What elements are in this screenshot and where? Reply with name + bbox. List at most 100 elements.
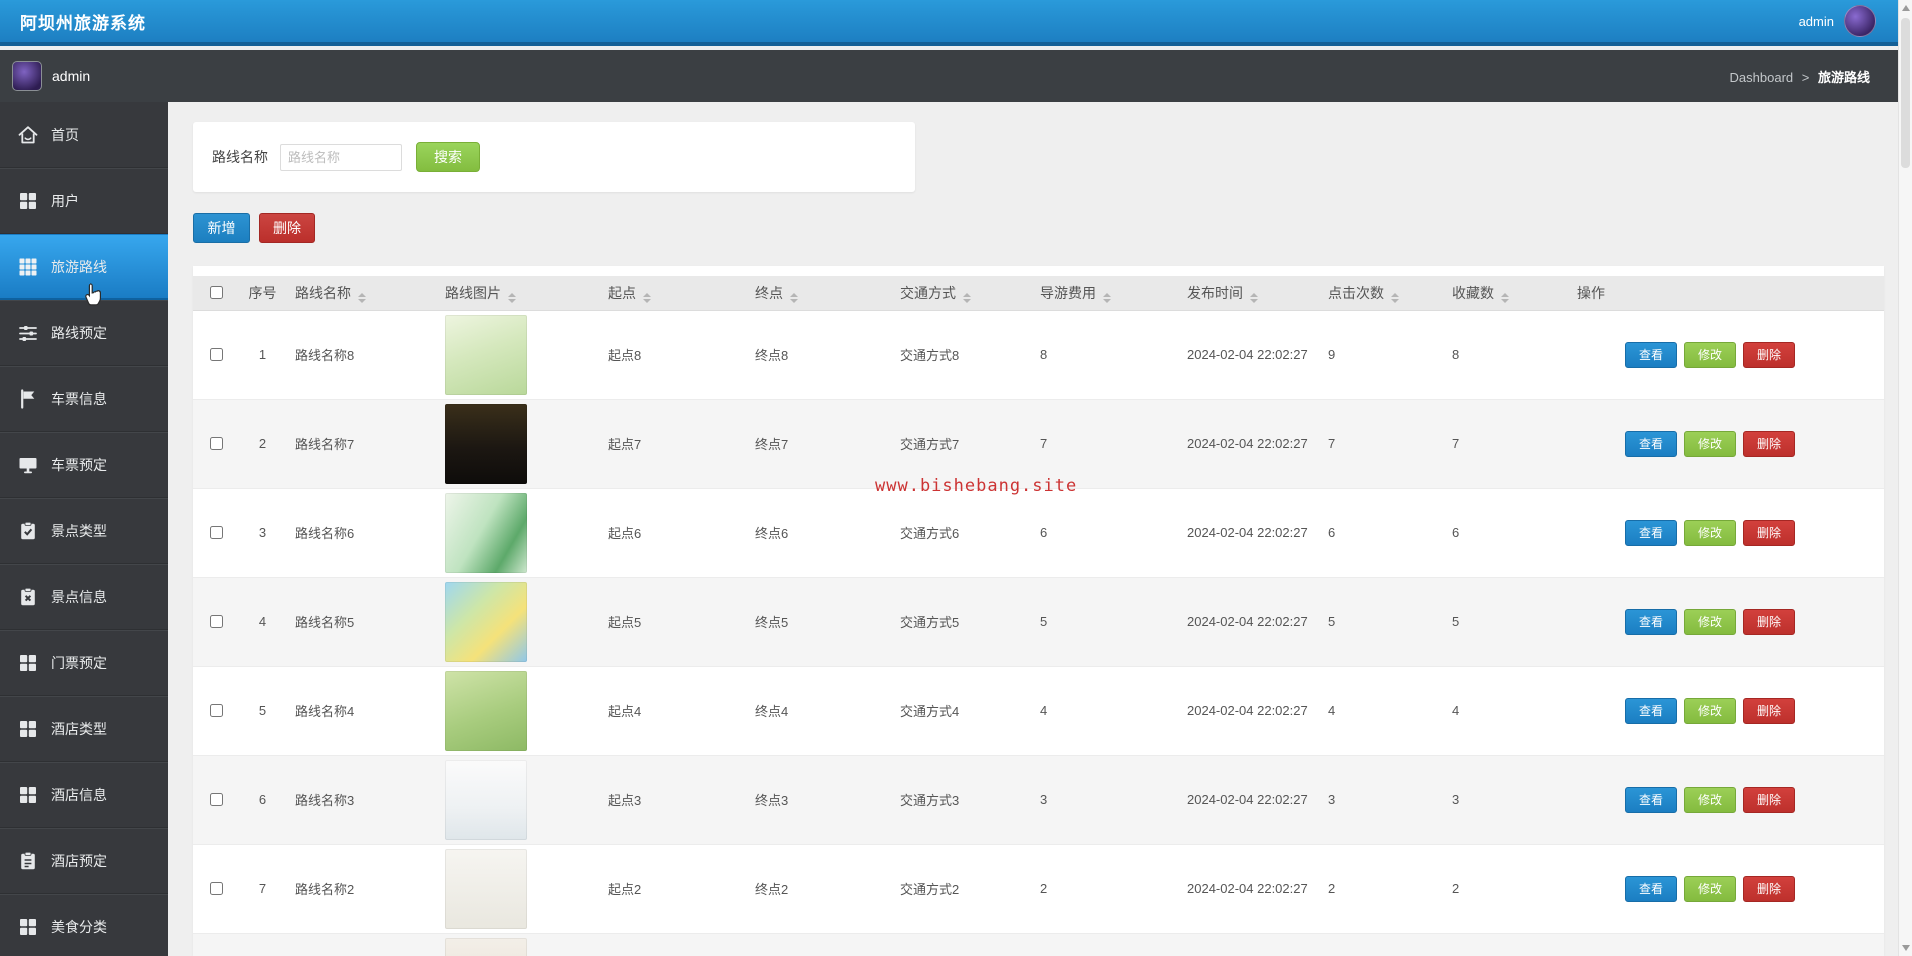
column-header[interactable]: 路线名称	[287, 276, 437, 311]
column-header[interactable]: 路线图片	[437, 276, 600, 311]
view-button[interactable]: 查看	[1625, 341, 1677, 368]
column-header-label: 导游费用	[1040, 284, 1096, 301]
sort-carets-icon[interactable]	[1250, 292, 1258, 303]
column-header[interactable]: 收藏数	[1444, 276, 1569, 311]
cell-name: 路线名称2	[287, 843, 437, 933]
breadcrumb-dashboard[interactable]: Dashboard	[1730, 70, 1794, 85]
column-header[interactable]: 终点	[747, 276, 892, 311]
row-checkbox[interactable]	[209, 704, 223, 717]
cell-end: 终点7	[747, 398, 892, 488]
scrollbar-up-arrow-icon[interactable]	[1902, 5, 1910, 11]
row-checkbox[interactable]	[209, 437, 223, 450]
row-delete-button[interactable]: 删除	[1743, 430, 1795, 457]
row-actions-cell: 查看修改删除	[1569, 487, 1884, 577]
cell-favorites: 8	[1452, 347, 1460, 362]
scrollbar-thumb[interactable]	[1901, 18, 1910, 168]
edit-button[interactable]: 修改	[1684, 430, 1736, 457]
view-button[interactable]: 查看	[1625, 875, 1677, 902]
cell-clicks: 9	[1328, 347, 1336, 362]
row-delete-button[interactable]: 删除	[1743, 875, 1795, 902]
column-header[interactable]: 起点	[600, 276, 747, 311]
breadcrumb-current[interactable]: 旅游路线	[1818, 70, 1870, 85]
sort-carets-icon[interactable]	[1501, 292, 1509, 303]
sidebar-item-hotel-booking[interactable]: 酒店预定	[0, 828, 168, 894]
view-button[interactable]: 查看	[1625, 697, 1677, 724]
sidebar-item-hotel-type[interactable]: 酒店类型	[0, 696, 168, 762]
row-delete-button[interactable]: 删除	[1743, 341, 1795, 368]
edit-button[interactable]: 修改	[1684, 786, 1736, 813]
edit-button[interactable]: 修改	[1684, 697, 1736, 724]
cell-end: 终点2	[747, 843, 892, 933]
sidebar-item-ticket-booking[interactable]: 车票预定	[0, 432, 168, 498]
view-button[interactable]: 查看	[1625, 519, 1677, 546]
search-panel: 路线名称 搜索	[193, 122, 915, 192]
column-header[interactable]: 发布时间	[1179, 276, 1320, 311]
sidebar: 首页用户旅游路线 路线预定 车票信息 车票预定 景点类型 景点信息 门票预定 酒店类型 酒店信息…	[0, 102, 168, 956]
sidebar-item-ticket-info[interactable]: 车票信息	[0, 366, 168, 432]
row-checkbox[interactable]	[209, 348, 223, 361]
table-row: 4 路线名称5 起点5 终点5 交通方式5 5 2024-02-04 22:02:27 5 5 查…	[193, 576, 1884, 666]
table-row: 2 路线名称7 起点7 终点7 交通方式7 7 2024-02-04 22:02:27 7 7 查…	[193, 398, 1884, 488]
edit-button[interactable]: 修改	[1684, 608, 1736, 635]
column-header[interactable]: 交通方式	[892, 276, 1032, 311]
add-button[interactable]: 新增	[193, 213, 250, 243]
sidebar-item-home[interactable]: 首页	[0, 102, 168, 168]
sidebar-item-admission-booking[interactable]: 门票预定	[0, 630, 168, 696]
row-delete-button[interactable]: 删除	[1743, 786, 1795, 813]
row-checkbox[interactable]	[209, 526, 223, 539]
sidebar-item-travel-routes[interactable]: 旅游路线	[0, 234, 168, 300]
scrollbar[interactable]	[1898, 0, 1912, 956]
toolbar: 新增 删除	[193, 213, 315, 243]
cell-name: 路线名称5	[287, 576, 437, 666]
user-avatar[interactable]	[1844, 5, 1876, 37]
sidebar-item-food-category[interactable]: 美食分类	[0, 894, 168, 956]
sidebar-item-scenic-info[interactable]: 景点信息	[0, 564, 168, 630]
app-title: 阿坝州旅游系统	[20, 13, 146, 33]
column-header[interactable]: 点击次数	[1320, 276, 1444, 311]
sidebar-item-route-booking[interactable]: 路线预定	[0, 300, 168, 366]
cell-fee: 4	[1032, 665, 1179, 755]
edit-button[interactable]: 修改	[1684, 875, 1736, 902]
header-checkbox-cell	[193, 276, 238, 311]
view-button[interactable]: 查看	[1625, 430, 1677, 457]
row-checkbox[interactable]	[209, 882, 223, 895]
edit-button[interactable]: 修改	[1684, 519, 1736, 546]
sidebar-item-hotel-info[interactable]: 酒店信息	[0, 762, 168, 828]
column-header-label: 发布时间	[1187, 284, 1243, 301]
cell-index: 5	[238, 665, 287, 755]
sort-carets-icon[interactable]	[963, 292, 971, 303]
cell-favorites: 2	[1444, 843, 1569, 933]
search-input[interactable]	[280, 143, 402, 171]
row-checkbox[interactable]	[209, 615, 223, 628]
cell-publish_time: 2024-02-04 22:02:27	[1179, 665, 1320, 755]
sort-carets-icon[interactable]	[508, 292, 516, 303]
cell-fee: 5	[1032, 576, 1179, 666]
row-checkbox[interactable]	[209, 793, 223, 806]
row-delete-button[interactable]: 删除	[1743, 697, 1795, 724]
sidebar-item-scenic-type[interactable]: 景点类型	[0, 498, 168, 564]
cell-name: 路线名称3	[287, 754, 437, 844]
sidebar-item-users[interactable]: 用户	[0, 168, 168, 234]
cell-fee: 6	[1032, 487, 1179, 577]
sidebar-item-label: 用户	[51, 193, 79, 209]
view-button[interactable]: 查看	[1625, 608, 1677, 635]
cell-end: 终点8	[755, 348, 789, 363]
search-button[interactable]: 搜索	[416, 142, 480, 172]
sort-carets-icon[interactable]	[1391, 292, 1399, 303]
delete-button[interactable]: 删除	[259, 213, 315, 243]
clipboard-check-icon	[16, 519, 40, 543]
edit-button[interactable]: 修改	[1684, 341, 1736, 368]
row-delete-button[interactable]: 删除	[1743, 608, 1795, 635]
topbar-username[interactable]: admin	[1799, 14, 1834, 29]
select-all-checkbox[interactable]	[209, 286, 223, 300]
column-header[interactable]: 导游费用	[1032, 276, 1179, 311]
view-button[interactable]: 查看	[1625, 786, 1677, 813]
sort-carets-icon[interactable]	[790, 292, 798, 303]
sidebar-item-label: 酒店预定	[51, 853, 107, 869]
cell-favorites: 3	[1444, 754, 1569, 844]
sort-carets-icon[interactable]	[358, 292, 366, 303]
row-delete-button[interactable]: 删除	[1743, 519, 1795, 546]
sort-carets-icon[interactable]	[643, 292, 651, 303]
scrollbar-down-arrow-icon[interactable]	[1902, 945, 1910, 951]
sort-carets-icon[interactable]	[1103, 292, 1111, 303]
